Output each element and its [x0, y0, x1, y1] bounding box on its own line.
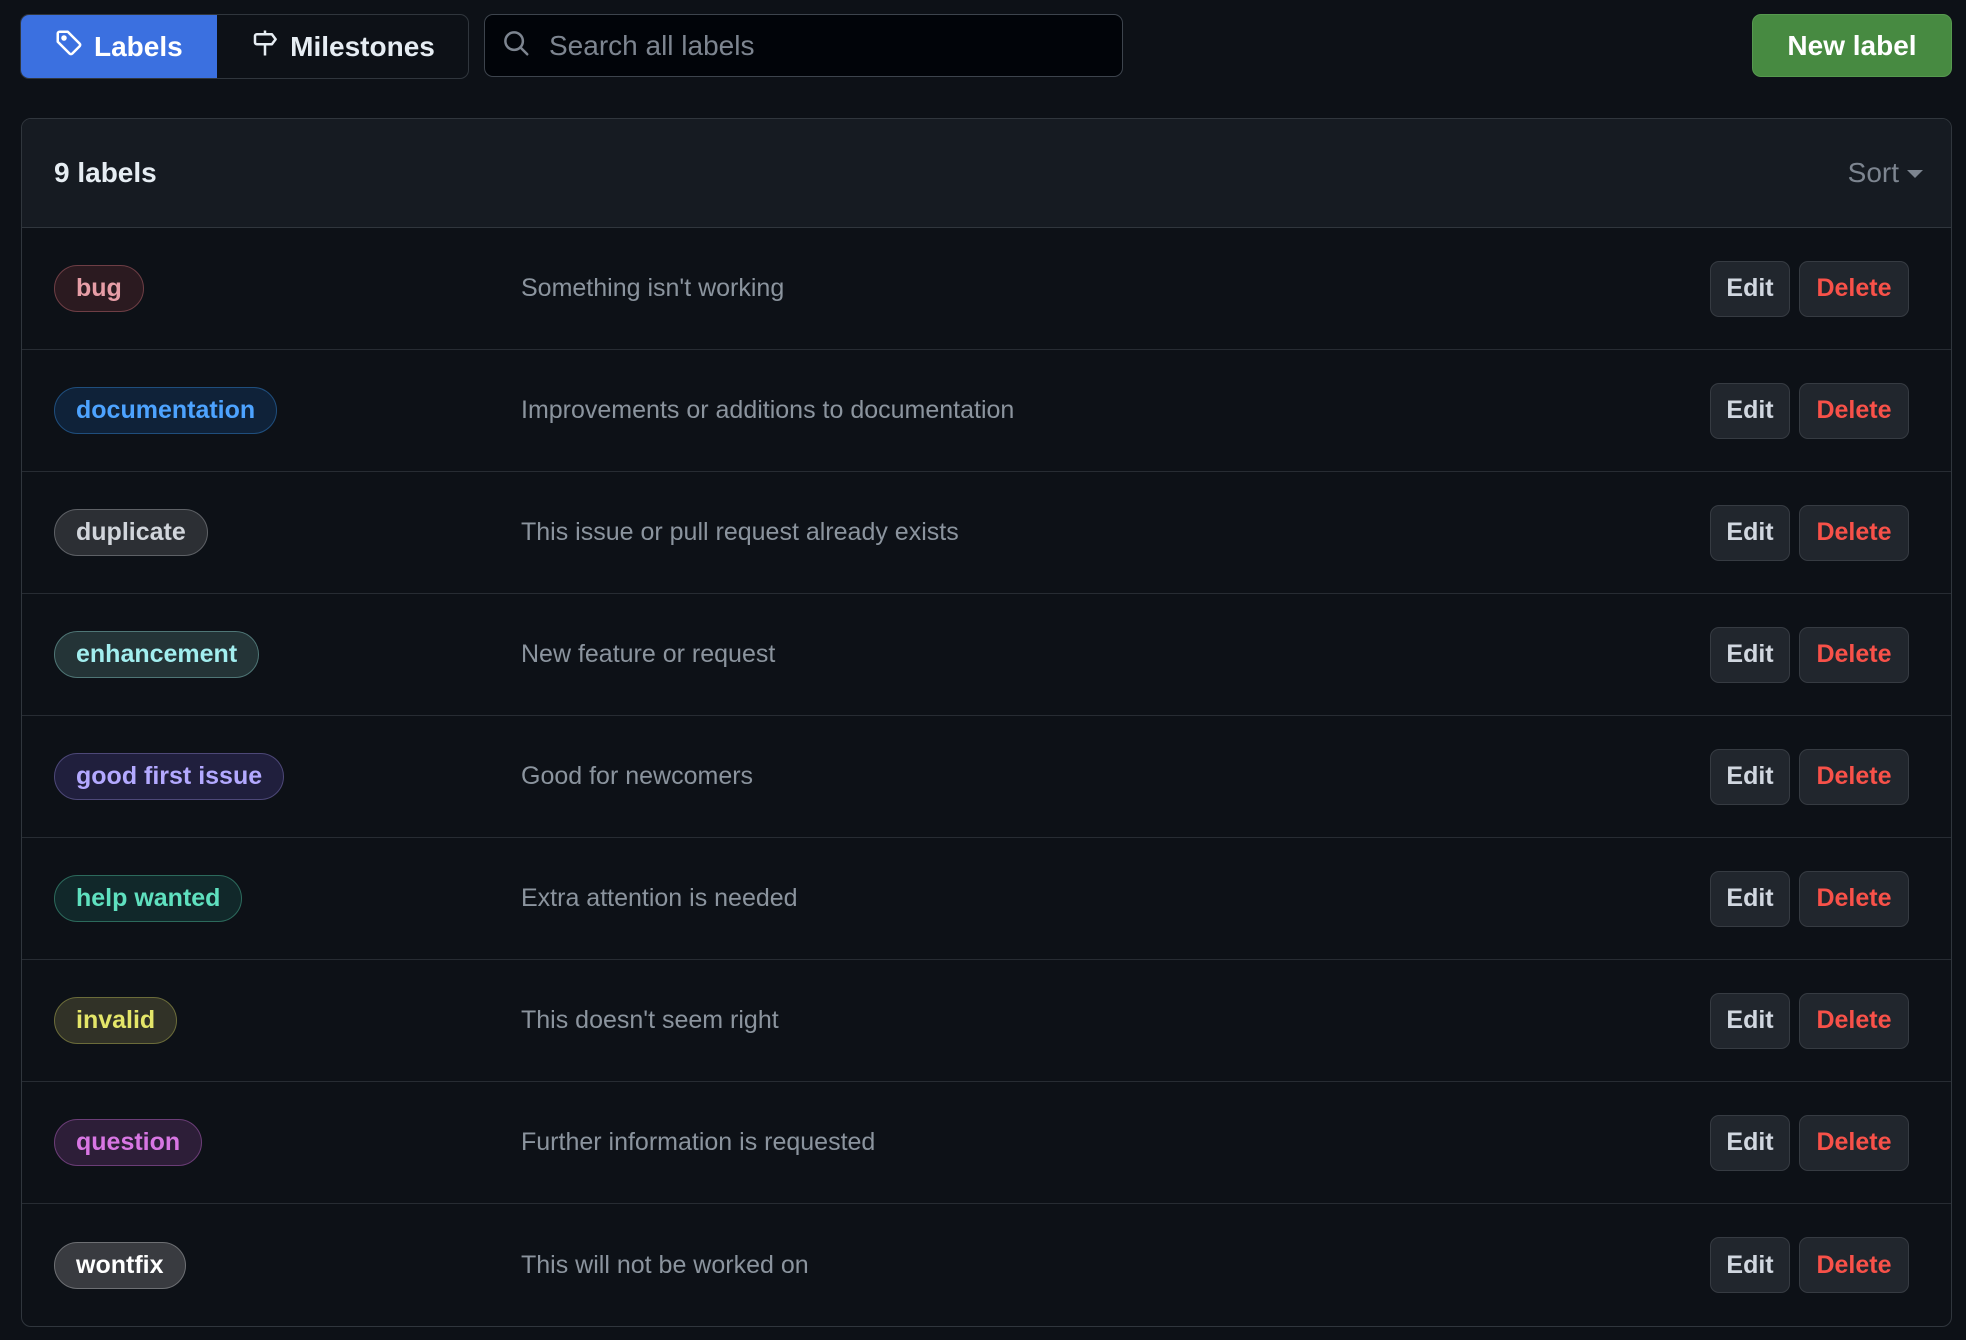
label-row: bug Something isn't working Edit Delete — [22, 228, 1951, 350]
edit-button[interactable]: Edit — [1710, 260, 1790, 317]
edit-button[interactable]: Edit — [1710, 504, 1790, 561]
labels-milestones-nav: Labels Milestones — [20, 14, 469, 79]
edit-button[interactable]: Edit — [1710, 1114, 1790, 1171]
label-cell: question — [22, 1119, 521, 1166]
label-pill[interactable]: help wanted — [54, 875, 243, 922]
labels-list: 9 labels Sort bug Something isn't workin… — [21, 118, 1952, 1327]
edit-button[interactable]: Edit — [1710, 992, 1790, 1049]
chevron-down-icon — [1907, 170, 1923, 178]
label-pill[interactable]: enhancement — [54, 631, 260, 678]
row-actions: Edit Delete — [1710, 748, 1909, 805]
label-row: question Further information is requeste… — [22, 1082, 1951, 1204]
label-description: Something isn't working — [521, 274, 785, 302]
tag-icon — [54, 28, 84, 65]
tab-labels-text: Labels — [94, 30, 183, 62]
row-actions: Edit Delete — [1710, 870, 1909, 927]
label-cell: documentation — [22, 387, 521, 434]
sort-label: Sort — [1847, 157, 1899, 188]
tab-milestones-text: Milestones — [290, 30, 435, 62]
label-description: This will not be worked on — [521, 1250, 809, 1279]
row-actions: Edit Delete — [1710, 626, 1909, 683]
row-actions: Edit Delete — [1710, 260, 1909, 317]
label-row: invalid This doesn't seem right Edit Del… — [22, 960, 1951, 1082]
tab-labels[interactable]: Labels — [21, 15, 217, 78]
label-row: duplicate This issue or pull request alr… — [22, 472, 1951, 594]
label-description: This doesn't seem right — [521, 1006, 779, 1034]
label-cell: wontfix — [22, 1241, 521, 1289]
labels-list-header: 9 labels Sort — [22, 119, 1951, 228]
labels-count: 9 labels — [54, 157, 157, 188]
delete-button[interactable]: Delete — [1799, 870, 1909, 927]
search-icon — [485, 28, 531, 63]
delete-button[interactable]: Delete — [1799, 748, 1909, 805]
label-description: Good for newcomers — [521, 762, 754, 790]
row-actions: Edit Delete — [1710, 992, 1909, 1049]
delete-button[interactable]: Delete — [1799, 626, 1909, 683]
label-pill[interactable]: duplicate — [54, 509, 208, 556]
label-pill[interactable]: bug — [54, 265, 144, 312]
row-actions: Edit Delete — [1710, 1114, 1909, 1171]
label-pill[interactable]: wontfix — [54, 1241, 186, 1289]
row-actions: Edit Delete — [1710, 382, 1909, 439]
labels-rows: bug Something isn't working Edit Delete … — [22, 228, 1951, 1326]
label-row: documentation Improvements or additions … — [22, 350, 1951, 472]
new-label-button[interactable]: New label — [1752, 14, 1952, 77]
label-description: Extra attention is needed — [521, 884, 798, 912]
label-pill[interactable]: invalid — [54, 997, 178, 1044]
label-pill[interactable]: question — [54, 1119, 203, 1166]
label-cell: invalid — [22, 997, 521, 1044]
tab-milestones[interactable]: Milestones — [217, 15, 468, 78]
search-box — [484, 14, 1123, 77]
delete-button[interactable]: Delete — [1799, 1114, 1909, 1171]
milestone-icon — [250, 28, 280, 65]
delete-button[interactable]: Delete — [1799, 382, 1909, 439]
label-description: Further information is requested — [521, 1128, 876, 1156]
row-actions: Edit Delete — [1710, 504, 1909, 561]
edit-button[interactable]: Edit — [1710, 748, 1790, 805]
edit-button[interactable]: Edit — [1710, 382, 1790, 439]
label-description: Improvements or additions to documentati… — [521, 396, 1015, 424]
label-pill[interactable]: good first issue — [54, 753, 285, 800]
label-cell: bug — [22, 265, 521, 312]
delete-button[interactable]: Delete — [1799, 504, 1909, 561]
label-cell: enhancement — [22, 631, 521, 678]
label-row: wontfix This will not be worked on Edit … — [22, 1204, 1951, 1326]
label-description: This issue or pull request already exist… — [521, 518, 959, 546]
delete-button[interactable]: Delete — [1799, 992, 1909, 1049]
delete-button[interactable]: Delete — [1799, 1237, 1909, 1293]
delete-button[interactable]: Delete — [1799, 260, 1909, 317]
edit-button[interactable]: Edit — [1710, 1237, 1790, 1293]
label-cell: good first issue — [22, 753, 521, 800]
label-row: good first issue Good for newcomers Edit… — [22, 716, 1951, 838]
label-cell: duplicate — [22, 509, 521, 556]
edit-button[interactable]: Edit — [1710, 870, 1790, 927]
label-description: New feature or request — [521, 640, 776, 668]
top-bar: Labels Milestones New label — [0, 0, 1966, 90]
sort-dropdown[interactable]: Sort — [1848, 157, 1923, 189]
label-row: enhancement New feature or request Edit … — [22, 594, 1951, 716]
label-pill[interactable]: documentation — [54, 387, 278, 434]
label-cell: help wanted — [22, 875, 521, 922]
label-row: help wanted Extra attention is needed Ed… — [22, 838, 1951, 960]
edit-button[interactable]: Edit — [1710, 626, 1790, 683]
row-actions: Edit Delete — [1710, 1237, 1909, 1293]
search-input[interactable] — [547, 14, 1122, 77]
